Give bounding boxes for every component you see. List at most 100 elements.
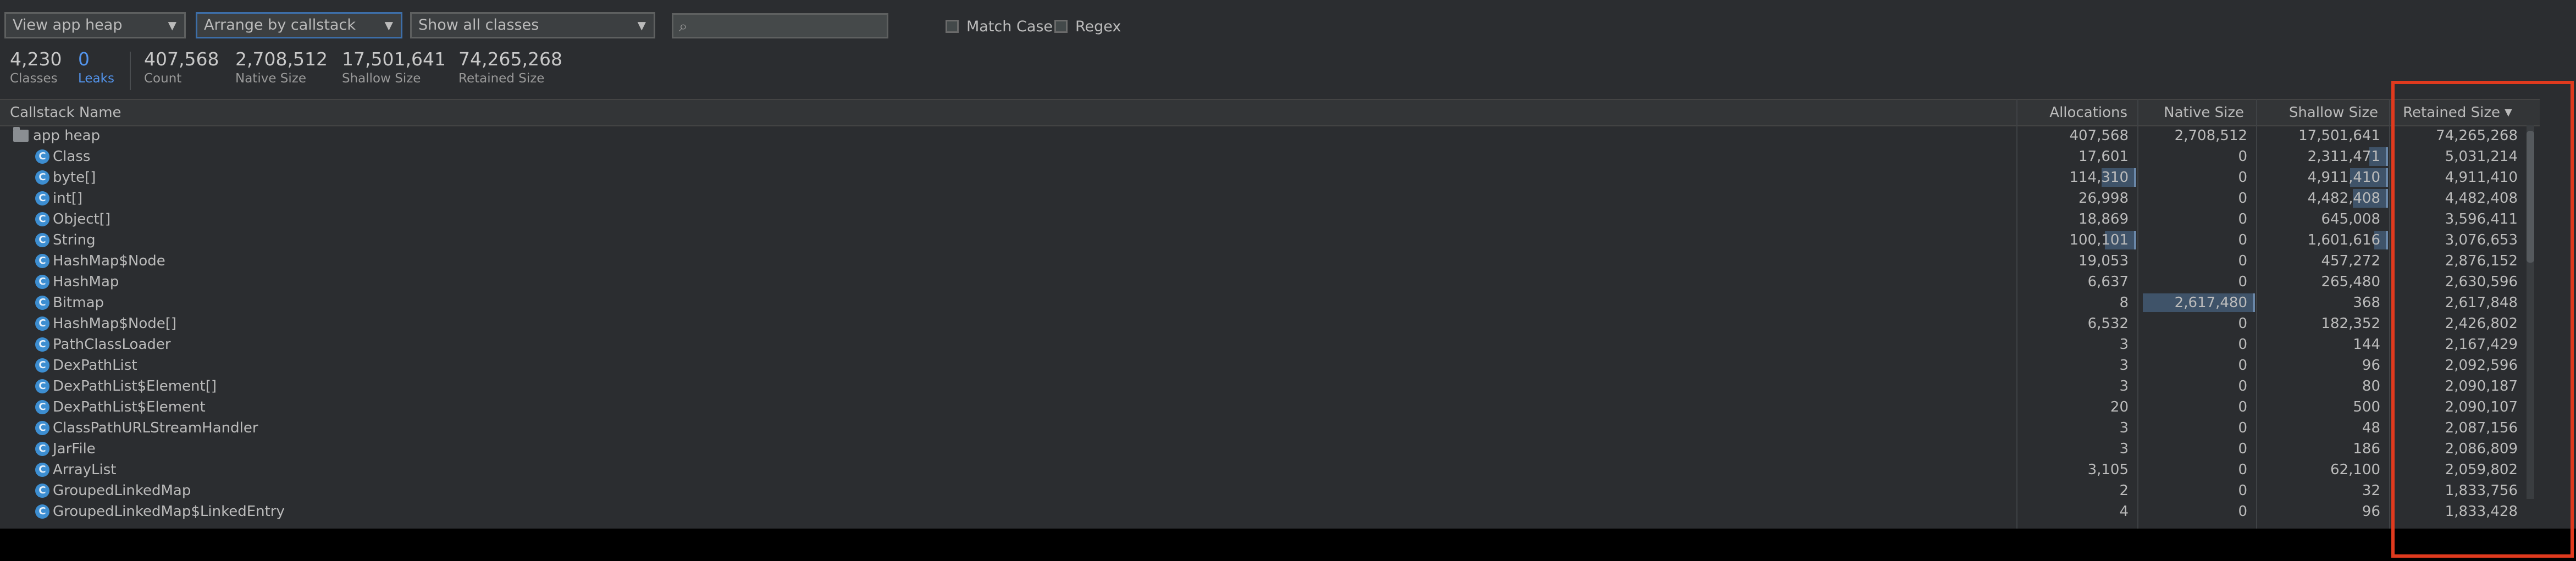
- row-retained-size: 2,167,429: [2445, 336, 2518, 353]
- table-row[interactable]: C DexPathList$Element[] 3 0 80 2,090,187: [0, 376, 2540, 397]
- row-native-size: 0: [2238, 420, 2247, 436]
- row-shallow-size: 4,911,410: [2307, 169, 2380, 186]
- row-shallow-size: 62,100: [2330, 462, 2380, 478]
- row-native-size: 0: [2238, 399, 2247, 415]
- table-row[interactable]: C PathClassLoader 3 0 144 2,167,429: [0, 334, 2540, 355]
- row-allocations: 3: [2119, 420, 2129, 436]
- class-filter-select[interactable]: Show all classes ▼: [410, 12, 655, 38]
- row-native-size: 0: [2238, 336, 2247, 353]
- row-retained-size: 3,076,653: [2445, 232, 2518, 248]
- row-shallow-size: 48: [2362, 420, 2380, 436]
- row-native-size: 0: [2238, 315, 2247, 332]
- row-allocations: 3: [2119, 378, 2129, 395]
- row-name: String: [53, 232, 96, 248]
- row-allocations: 8: [2119, 295, 2129, 311]
- row-retained-size: 2,090,187: [2445, 378, 2518, 395]
- table-row[interactable]: Cbyte[] 114,310 0 4,911,410 4,911,410: [0, 167, 2540, 188]
- row-shallow-size: 32: [2362, 482, 2380, 499]
- table-row[interactable]: C ClassPathURLStreamHandler 3 0 48 2,087,156: [0, 418, 2540, 438]
- row-allocations: 2: [2119, 482, 2129, 499]
- row-shallow-size: 4,482,408: [2307, 190, 2380, 207]
- table-row[interactable]: C Class 17,601 0 2,311,471 5,031,214: [0, 146, 2540, 167]
- vertical-scrollbar[interactable]: [2527, 125, 2534, 499]
- row-retained-size: 3,596,411: [2445, 211, 2518, 227]
- row-shallow-size: 80: [2362, 378, 2380, 395]
- class-icon: C: [35, 316, 49, 331]
- class-icon: C: [35, 379, 49, 393]
- stat-retained-size: 74,265,268 Retained Size: [458, 48, 562, 86]
- stat-count: 407,568 Count: [144, 48, 219, 86]
- table-row[interactable]: C DexPathList$Element 20 0 500 2,090,107: [0, 397, 2540, 418]
- class-icon: C: [35, 421, 49, 435]
- stat-leaks-link[interactable]: 0 Leaks: [78, 48, 114, 87]
- table-row[interactable]: C ArrayList 3,105 0 62,100 2,059,802: [0, 459, 2540, 480]
- row-allocations: 3: [2119, 441, 2129, 457]
- class-icon: C: [35, 254, 49, 268]
- column-header-name[interactable]: Callstack Name: [10, 100, 670, 125]
- stat-shallow-size: 17,501,641 Shallow Size: [342, 48, 446, 86]
- row-name: app heap: [33, 127, 101, 144]
- search-icon: ⌕: [679, 17, 688, 35]
- regex-toggle[interactable]: Regex: [1054, 15, 1121, 37]
- row-name: Object[]: [53, 211, 110, 227]
- row-name: GroupedLinkedMap: [53, 482, 191, 499]
- row-native-size: 0: [2238, 378, 2247, 395]
- row-shallow-size: 1,601,616: [2307, 232, 2380, 248]
- match-case-toggle[interactable]: Match Case: [946, 15, 1053, 37]
- row-name: JarFile: [53, 441, 96, 457]
- sort-descending-icon: ▼: [2505, 107, 2512, 118]
- table-row[interactable]: C JarFile 3 0 186 2,086,809: [0, 438, 2540, 459]
- row-retained-size: 4,911,410: [2445, 169, 2518, 186]
- chevron-down-icon: ▼: [637, 19, 646, 32]
- table-row[interactable]: C HashMap 6,637 0 265,480 2,630,596: [0, 271, 2540, 292]
- row-native-size: 0: [2238, 211, 2247, 227]
- row-native-size: 0: [2238, 148, 2247, 165]
- folder-icon: [13, 127, 29, 142]
- table-row[interactable]: C GroupedLinkedMap$LinkedEntry 4 0 96 1,833,4…: [0, 501, 2540, 522]
- row-retained-size: 2,617,848: [2445, 295, 2518, 311]
- row-shallow-size: 17,501,641: [2298, 127, 2380, 144]
- table-row[interactable]: C HashMap$Node[] 6,532 0 182,352 2,426,802: [0, 313, 2540, 334]
- table-row[interactable]: C HashMap$Node 19,053 0 457,272 2,876,152: [0, 251, 2540, 271]
- chevron-down-icon: ▼: [168, 19, 176, 32]
- row-native-size: 0: [2238, 482, 2247, 499]
- table-body: app heap 407,568 2,708,512 17,501,641 74…: [0, 125, 2540, 529]
- row-allocations: 4: [2119, 503, 2129, 520]
- chevron-down-icon: ▼: [384, 19, 393, 32]
- row-allocations: 3: [2119, 357, 2129, 374]
- column-header-native-size[interactable]: Native Size: [2136, 100, 2252, 125]
- table-row[interactable]: C Bitmap 8 2,617,480 368 2,617,848: [0, 292, 2540, 313]
- row-name: byte[]: [53, 169, 96, 186]
- table-row[interactable]: C String 100,101 0 1,601,616 3,076,653: [0, 230, 2540, 251]
- row-retained-size: 2,086,809: [2445, 441, 2518, 457]
- column-header-allocations[interactable]: Allocations: [2020, 100, 2135, 125]
- scrollbar-thumb[interactable]: [2527, 131, 2534, 263]
- arrange-select[interactable]: Arrange by callstack ▼: [196, 12, 402, 38]
- row-shallow-size: 368: [2353, 295, 2380, 311]
- row-allocations: 114,310: [2069, 169, 2129, 186]
- table-row[interactable]: C GroupedLinkedMap 2 0 32 1,833,756: [0, 480, 2540, 501]
- table-row-root[interactable]: app heap 407,568 2,708,512 17,501,641 74…: [0, 125, 2540, 146]
- search-field[interactable]: ⌕: [672, 13, 888, 38]
- stat-separator: [130, 52, 131, 90]
- row-allocations: 26,998: [2079, 190, 2129, 207]
- column-header-shallow-size[interactable]: Shallow Size: [2257, 100, 2386, 125]
- row-name: DexPathList$Element[]: [53, 378, 217, 395]
- table-row[interactable]: C Object[] 18,869 0 645,008 3,596,411: [0, 209, 2540, 230]
- regex-checkbox[interactable]: [1054, 20, 1068, 33]
- table-row[interactable]: C DexPathList 3 0 96 2,092,596: [0, 355, 2540, 376]
- row-native-size: 2,617,480: [2174, 295, 2247, 311]
- row-shallow-size: 265,480: [2321, 274, 2380, 290]
- row-allocations: 18,869: [2079, 211, 2129, 227]
- table-row[interactable]: Cint[] 26,998 0 4,482,408 4,482,408: [0, 188, 2540, 209]
- class-icon: C: [35, 337, 49, 352]
- row-name: HashMap: [53, 274, 119, 290]
- row-name: ClassPathURLStreamHandler: [53, 420, 258, 436]
- class-icon: C: [35, 358, 49, 373]
- match-case-checkbox[interactable]: [946, 20, 959, 33]
- class-icon: C: [35, 296, 49, 310]
- heap-select[interactable]: View app heap ▼: [4, 12, 186, 38]
- row-name: DexPathList$Element: [53, 399, 206, 415]
- row-allocations: 6,532: [2087, 315, 2129, 332]
- search-input[interactable]: [701, 15, 885, 38]
